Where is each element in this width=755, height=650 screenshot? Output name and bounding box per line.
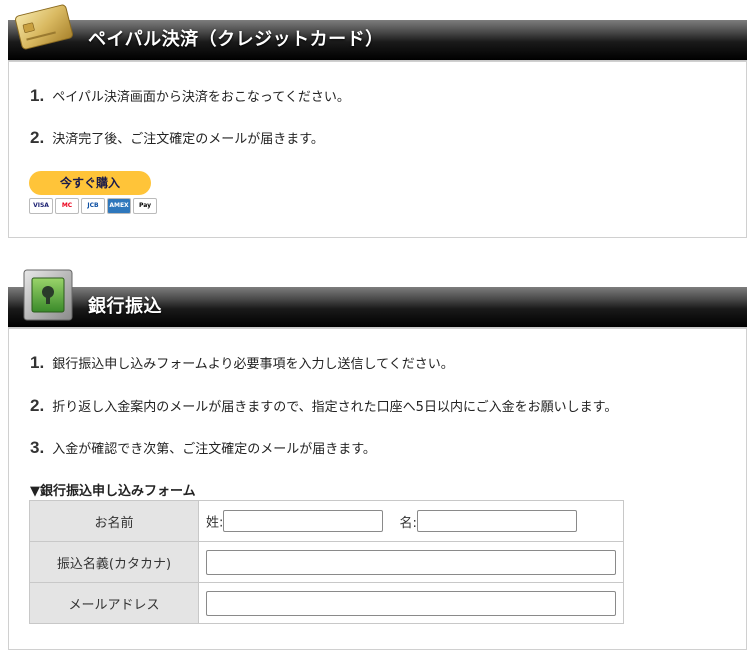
jcb-logo-icon: JCB (81, 198, 105, 214)
first-name-input[interactable] (416, 510, 577, 532)
step-text: 決済完了後、ご注文確定のメールが届きます。 (52, 132, 324, 147)
step-text: 銀行振込申し込みフォームより必要事項を入力し送信してください。 (52, 357, 454, 372)
paypal-step-1: 1. ペイパル決済画面から決済をおこなってください。 (30, 86, 350, 106)
email-field-cell (198, 582, 624, 624)
paypal-section-title: ペイパル決済（クレジットカード） (88, 29, 384, 50)
name-field-cell: 姓: 名: (198, 500, 624, 542)
kana-row: 振込名義(カタカナ) (29, 541, 624, 583)
kana-input[interactable] (206, 549, 616, 575)
step-text: 入金が確認でき次第、ご注文確定のメールが届きます。 (52, 442, 376, 457)
bank-step-3: 3. 入金が確認でき次第、ご注文確定のメールが届きます。 (30, 438, 376, 458)
bank-form-title: ▼銀行振込申し込みフォーム (30, 484, 196, 499)
amex-logo-icon: AMEX (107, 198, 131, 214)
mastercard-logo-icon: MC (55, 198, 79, 214)
step-number: 3. (30, 438, 45, 457)
email-row: メールアドレス (29, 582, 624, 624)
paypal-section-header: ペイパル決済（クレジットカード） (8, 20, 747, 62)
bank-transfer-form: お名前 姓: 名: 振込名義(カタカナ) メールアドレス (29, 500, 624, 624)
visa-logo-icon: VISA (29, 198, 53, 214)
last-name-input[interactable] (223, 510, 384, 532)
bank-step-1: 1. 銀行振込申し込みフォームより必要事項を入力し送信してください。 (30, 353, 454, 373)
email-label: メールアドレス (29, 582, 199, 624)
card-logos: VISA MC JCB AMEX Pay (29, 198, 159, 214)
bank-section-title: 銀行振込 (88, 296, 162, 317)
safe-lock-icon (23, 269, 73, 321)
step-number: 2. (30, 128, 45, 147)
step-number: 2. (30, 396, 45, 415)
buy-now-button[interactable]: 今すぐ購入 (29, 171, 151, 195)
name-label: お名前 (29, 500, 199, 542)
last-name-label: 姓: (206, 515, 224, 531)
paypal-step-2: 2. 決済完了後、ご注文確定のメールが届きます。 (30, 128, 324, 148)
bank-step-2: 2. 折り返し入金案内のメールが届きますので、指定された口座へ5日以内にご入金をお… (30, 396, 617, 416)
name-row: お名前 姓: 名: (29, 500, 624, 542)
bank-section-header: 銀行振込 (8, 287, 747, 329)
step-number: 1. (30, 86, 45, 105)
kana-field-cell (198, 541, 624, 583)
email-input[interactable] (206, 590, 616, 616)
apple-pay-logo-icon: Pay (133, 198, 157, 214)
step-text: ペイパル決済画面から決済をおこなってください。 (52, 90, 350, 105)
kana-label: 振込名義(カタカナ) (29, 541, 199, 583)
step-number: 1. (30, 353, 45, 372)
step-text: 折り返し入金案内のメールが届きますので、指定された口座へ5日以内にご入金をお願い… (52, 400, 618, 415)
first-name-label: 名: (399, 515, 417, 531)
credit-card-icon (15, 4, 73, 50)
